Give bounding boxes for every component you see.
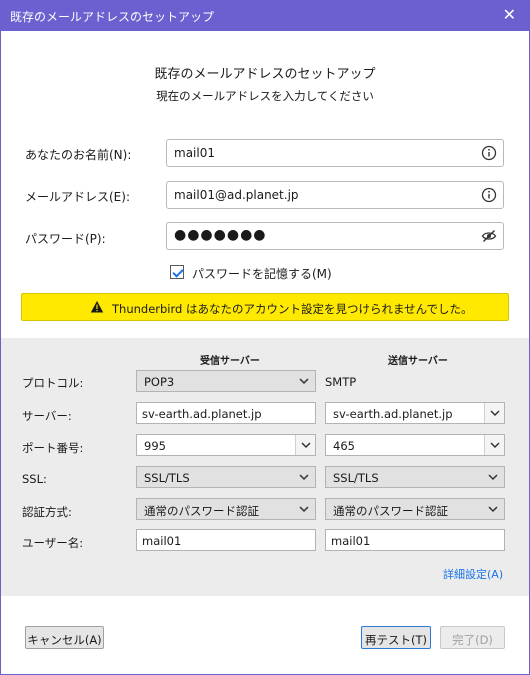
info-icon[interactable] xyxy=(481,145,497,161)
incoming-server-value: sv-earth.ad.planet.jp xyxy=(142,407,262,421)
chevron-down-icon xyxy=(488,474,498,481)
outgoing-auth-value: 通常のパスワード認証 xyxy=(333,504,448,518)
incoming-server-input[interactable]: sv-earth.ad.planet.jp xyxy=(136,402,316,424)
incoming-ssl-value: SSL/TLS xyxy=(144,471,190,485)
outgoing-server-value: sv-earth.ad.planet.jp xyxy=(333,407,453,421)
retest-button-label: 再テスト(T) xyxy=(365,633,427,647)
warning-icon xyxy=(90,301,104,313)
outgoing-port-dropdown-button[interactable] xyxy=(484,435,504,455)
incoming-port-combo[interactable]: 995 xyxy=(136,434,316,456)
window-title: 既存のメールアドレスのセットアップ xyxy=(10,10,215,24)
warning-text: Thunderbird はあなたのアカウント設定を見つけられませんでした。 xyxy=(112,302,473,316)
outgoing-port-combo[interactable]: 465 xyxy=(325,434,505,456)
chevron-down-icon xyxy=(488,506,498,513)
title-bar[interactable]: 既存のメールアドレスのセットアップ ✕ xyxy=(0,0,530,31)
outgoing-username-input[interactable]: mail01 xyxy=(325,529,505,551)
cancel-button[interactable]: キャンセル(A) xyxy=(25,626,104,649)
incoming-auth-value: 通常のパスワード認証 xyxy=(144,504,259,518)
incoming-server-header: 受信サーバー xyxy=(200,356,260,367)
chevron-down-icon xyxy=(490,442,500,449)
name-value: mail01 xyxy=(174,146,215,160)
outgoing-ssl-value: SSL/TLS xyxy=(333,471,379,485)
incoming-port-value: 995 xyxy=(144,439,166,453)
ssl-label: SSL: xyxy=(22,472,47,486)
chevron-down-icon xyxy=(299,474,309,481)
remember-password-label[interactable]: パスワードを記憶する(M) xyxy=(192,265,332,282)
email-field[interactable]: mail01@ad.planet.jp xyxy=(166,181,504,209)
done-button[interactable]: 完了(D) xyxy=(440,626,505,649)
email-label: メールアドレス(E): xyxy=(25,190,130,204)
done-button-label: 完了(D) xyxy=(452,633,493,647)
username-label: ユーザー名: xyxy=(22,536,84,550)
retest-button[interactable]: 再テスト(T) xyxy=(361,626,431,649)
incoming-auth-select[interactable]: 通常のパスワード認証 xyxy=(136,498,316,520)
eye-slash-icon[interactable] xyxy=(481,228,497,244)
incoming-protocol-select[interactable]: POP3 xyxy=(136,370,316,392)
email-value: mail01@ad.planet.jp xyxy=(174,188,299,202)
chevron-down-icon xyxy=(301,442,311,449)
server-label: サーバー: xyxy=(22,409,72,423)
auth-label: 認証方式: xyxy=(22,505,72,519)
page-title: 既存のメールアドレスのセットアップ xyxy=(154,67,376,82)
outgoing-username-value: mail01 xyxy=(331,534,371,548)
warning-banner: Thunderbird はあなたのアカウント設定を見つけられませんでした。 xyxy=(21,293,509,321)
outgoing-server-combo[interactable]: sv-earth.ad.planet.jp xyxy=(325,402,505,424)
password-value: ●●●●●●● xyxy=(174,227,267,243)
close-icon[interactable]: ✕ xyxy=(503,5,516,24)
chevron-down-icon xyxy=(299,506,309,513)
incoming-ssl-select[interactable]: SSL/TLS xyxy=(136,466,316,488)
info-icon[interactable] xyxy=(481,187,497,203)
name-field[interactable]: mail01 xyxy=(166,139,504,167)
chevron-down-icon xyxy=(490,410,500,417)
incoming-username-input[interactable]: mail01 xyxy=(136,529,316,551)
outgoing-port-value: 465 xyxy=(333,439,355,453)
outgoing-server-dropdown-button[interactable] xyxy=(484,403,504,423)
remember-password-checkbox[interactable] xyxy=(170,265,184,279)
name-label: あなたのお名前(N): xyxy=(25,148,132,162)
incoming-protocol-value: POP3 xyxy=(144,375,175,389)
page-subtitle: 現在のメールアドレスを入力してください xyxy=(156,89,374,103)
incoming-port-dropdown-button[interactable] xyxy=(295,435,315,455)
password-field[interactable]: ●●●●●●● xyxy=(166,222,504,250)
outgoing-ssl-select[interactable]: SSL/TLS xyxy=(325,466,505,488)
protocol-label: プロトコル: xyxy=(22,376,84,390)
password-label: パスワード(P): xyxy=(25,232,106,246)
incoming-username-value: mail01 xyxy=(142,534,182,548)
outgoing-server-header: 送信サーバー xyxy=(388,356,448,367)
advanced-settings-link[interactable]: 詳細設定(A) xyxy=(443,566,503,582)
outgoing-protocol: SMTP xyxy=(325,375,357,389)
chevron-down-icon xyxy=(299,378,309,385)
outgoing-auth-select[interactable]: 通常のパスワード認証 xyxy=(325,498,505,520)
cancel-button-label: キャンセル(A) xyxy=(27,633,102,647)
port-label: ポート番号: xyxy=(22,441,84,455)
